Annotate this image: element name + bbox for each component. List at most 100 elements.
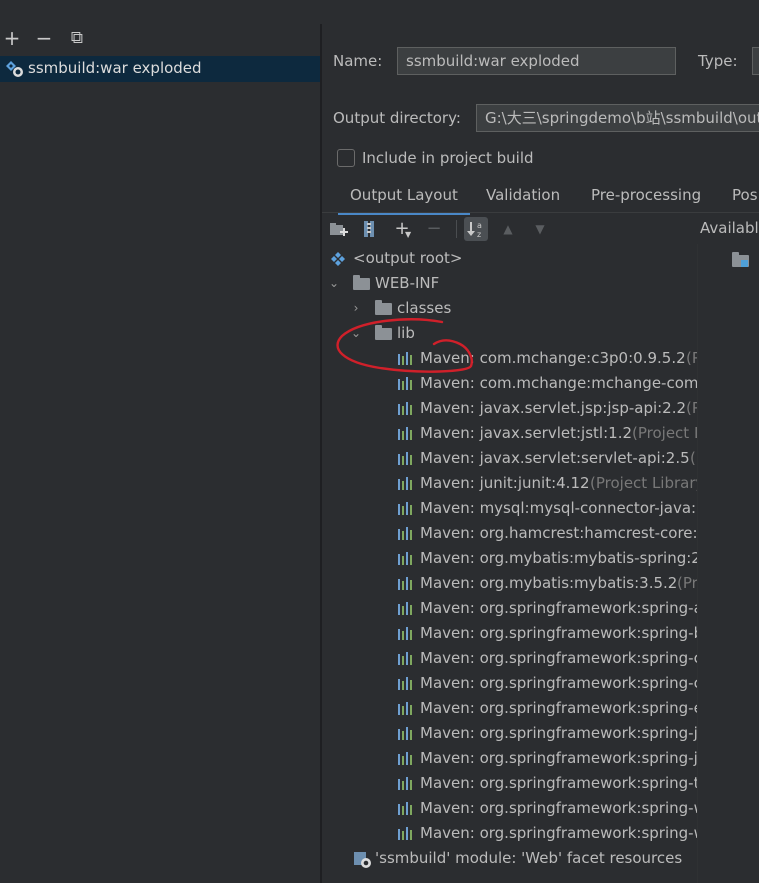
library-item[interactable]: Maven: org.mybatis:mybatis-spring:2.0 [396, 546, 697, 571]
library-item[interactable]: Maven: com.mchange:c3p0:0.9.5.2 (Pro [396, 346, 697, 371]
sort-elements-button[interactable]: az [464, 217, 488, 241]
library-item[interactable]: Maven: javax.servlet:jstl:1.2 (Project L… [396, 421, 697, 446]
library-icon [396, 752, 414, 765]
library-item[interactable]: Maven: org.springframework:spring-co [396, 671, 697, 696]
library-item[interactable]: Maven: org.springframework:spring-w [396, 821, 697, 846]
library-item[interactable]: Maven: org.springframework:spring-co [396, 646, 697, 671]
move-down-button[interactable]: ▼ [528, 217, 552, 241]
library-item[interactable]: Maven: org.springframework:spring-ex [396, 696, 697, 721]
library-item[interactable]: Maven: javax.servlet:servlet-api:2.5 (Pr… [396, 446, 697, 471]
chevron-right-icon[interactable]: › [350, 296, 362, 321]
library-icon [396, 652, 414, 665]
library-icon [396, 352, 414, 365]
library-item[interactable]: Maven: javax.servlet.jsp:jsp-api:2.2 (Pr… [396, 396, 697, 421]
move-up-button[interactable]: ▲ [496, 217, 520, 241]
library-item[interactable]: Maven: org.springframework:spring-jd [396, 721, 697, 746]
toolbar-separator [456, 220, 457, 238]
library-icon [396, 577, 414, 590]
library-label: Maven: org.springframework:spring-jd [420, 749, 697, 767]
copy-icon: ⧉ [70, 28, 84, 48]
available-elements-label: Available [700, 219, 759, 237]
tree-node-label: WEB-INF [375, 274, 440, 292]
library-label: Maven: javax.servlet:servlet-api:2.5 [420, 449, 690, 467]
tab-validation[interactable]: Validation [486, 186, 560, 212]
available-splitter[interactable] [697, 244, 698, 883]
create-archive-button[interactable] [358, 217, 382, 241]
include-in-build-label: Include in project build [362, 149, 534, 167]
remove-artifact-button[interactable]: − [33, 26, 55, 50]
copy-artifact-button[interactable]: ⧉ [66, 26, 88, 50]
library-label: Maven: junit:junit:4.12 [420, 474, 590, 492]
type-dropdown[interactable] [752, 47, 759, 75]
library-icon [396, 627, 414, 640]
tab-output-layout[interactable]: Output Layout [338, 186, 470, 215]
module-icon [354, 852, 371, 868]
remove-icon: − [426, 218, 442, 239]
library-item[interactable]: Maven: org.springframework:spring-ao [396, 596, 697, 621]
artifacts-panel: + − ⧉ ssmbuild:war exploded [0, 0, 320, 883]
library-icon [396, 552, 414, 565]
library-scope: (Proj [677, 574, 697, 592]
output-directory-field[interactable]: G:\大三\springdemo\b站\ssmbuild\out [476, 104, 759, 132]
library-icon [396, 777, 414, 790]
library-item[interactable]: Maven: junit:junit:4.12 (Project Library… [396, 471, 697, 496]
library-item[interactable]: Maven: org.mybatis:mybatis:3.5.2 (Proj [396, 571, 697, 596]
library-icon [396, 502, 414, 515]
folder-icon [353, 275, 370, 290]
chevron-down-icon[interactable]: ⌄ [328, 271, 340, 296]
library-item[interactable]: Maven: org.springframework:spring-jd [396, 746, 697, 771]
tree-node-lib[interactable]: ⌄ lib [350, 321, 690, 346]
module-badge-icon [741, 260, 748, 267]
tree-node-label: lib [397, 324, 415, 342]
layout-toolbar: + ▼ − az ▲ ▼ [322, 214, 697, 244]
library-item[interactable]: Maven: com.mchange:mchange-comm [396, 371, 697, 396]
folder-icon [375, 300, 392, 315]
chevron-down-icon[interactable]: ⌄ [350, 321, 362, 346]
library-label: Maven: org.springframework:spring-b [420, 624, 697, 642]
library-scope: (Pro [686, 399, 697, 417]
library-label: Maven: org.hamcrest:hamcrest-core:1 [420, 524, 697, 542]
library-item[interactable]: Maven: mysql:mysql-connector-java:5. [396, 496, 697, 521]
remove-icon: − [35, 26, 53, 50]
library-icon [396, 677, 414, 690]
library-item[interactable]: Maven: org.hamcrest:hamcrest-core:1 [396, 521, 697, 546]
artifact-settings-panel: Name: ssmbuild:war exploded Type: Output… [322, 0, 759, 883]
archive-icon [364, 221, 374, 237]
library-item[interactable]: Maven: org.springframework:spring-b [396, 621, 697, 646]
add-artifact-button[interactable]: + [1, 26, 23, 50]
chevron-down-icon: ▼ [405, 230, 412, 239]
library-icon [396, 602, 414, 615]
include-in-build-checkbox[interactable] [337, 149, 355, 167]
library-icon [396, 527, 414, 540]
available-element-item[interactable] [730, 250, 759, 272]
output-directory-label: Output directory: [333, 109, 461, 127]
tab-pre-processing[interactable]: Pre-processing [591, 186, 701, 212]
name-label: Name: [333, 52, 383, 70]
library-item[interactable]: Maven: org.springframework:spring-tx [396, 771, 697, 796]
tree-node-web-inf[interactable]: ⌄ WEB-INF [328, 271, 688, 296]
library-scope: (Pro [686, 349, 697, 367]
new-directory-button[interactable] [326, 217, 350, 241]
add-copy-button[interactable]: + ▼ [390, 217, 414, 241]
remove-button[interactable]: − [422, 217, 446, 241]
artifact-list-item[interactable]: ssmbuild:war exploded [0, 56, 320, 82]
name-field[interactable]: ssmbuild:war exploded [397, 47, 676, 75]
tree-node-facet-resources[interactable]: 'ssmbuild' module: 'Web' facet resources [354, 846, 694, 871]
library-item[interactable]: Maven: org.springframework:spring-w [396, 796, 697, 821]
sort-icon: az [467, 221, 482, 239]
library-label: Maven: org.springframework:spring-co [420, 649, 697, 667]
library-icon [396, 477, 414, 490]
library-label: Maven: org.springframework:spring-w [420, 824, 697, 842]
artifacts-toolbar: + − ⧉ [0, 26, 320, 50]
library-icon [396, 402, 414, 415]
tab-post-processing[interactable]: Pos [732, 186, 758, 212]
tree-node-classes[interactable]: › classes [350, 296, 690, 321]
output-root-icon [331, 252, 345, 266]
tree-node-label: 'ssmbuild' module: 'Web' facet resources [375, 849, 683, 867]
library-icon [396, 727, 414, 740]
library-label: Maven: javax.servlet:jstl:1.2 [420, 424, 632, 442]
library-label: Maven: org.springframework:spring-jd [420, 724, 697, 742]
svg-text:z: z [477, 230, 481, 239]
type-label: Type: [698, 52, 738, 70]
library-scope: (Project Library) [590, 474, 697, 492]
